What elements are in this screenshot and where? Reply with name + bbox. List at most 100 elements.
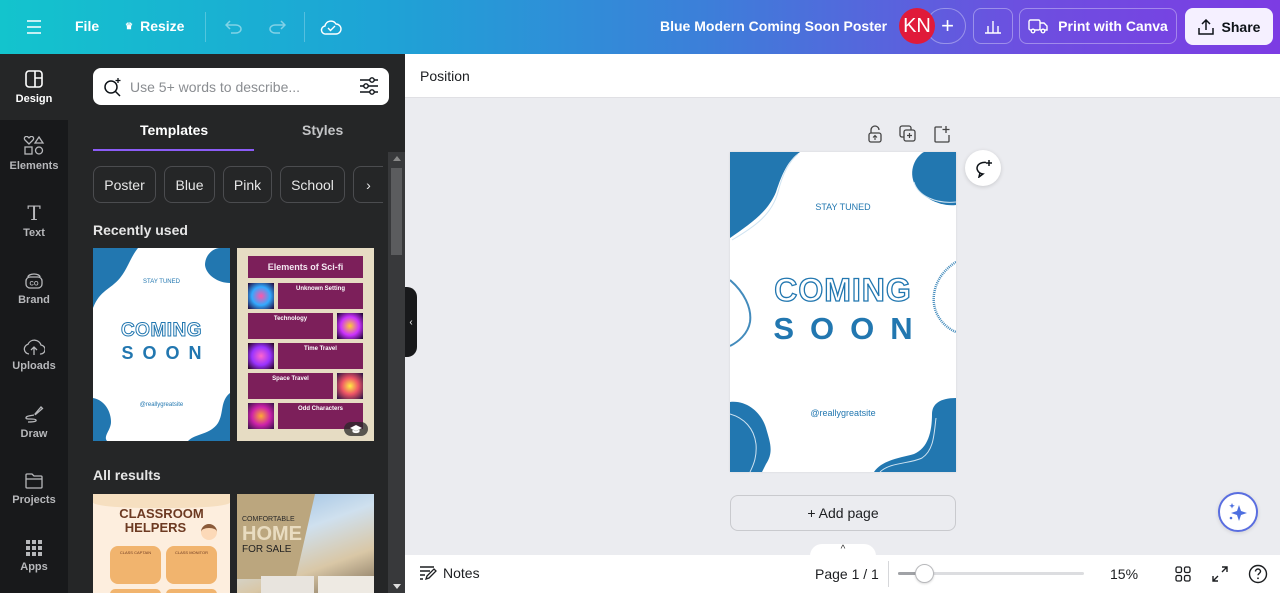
file-menu-button[interactable]: File (75, 18, 99, 34)
rail-item-draw[interactable]: Draw (0, 389, 68, 455)
website-handle-text[interactable]: @reallygreatsite (730, 408, 956, 418)
notes-pencil-icon (420, 566, 437, 581)
stay-tuned-text[interactable]: STAY TUNED (730, 202, 956, 212)
magic-assistant-button[interactable] (1218, 492, 1258, 532)
coming-heading[interactable]: COMING (730, 271, 956, 308)
scifi-section: Unknown Setting (278, 283, 363, 309)
side-rail: Design Elements T Text CO Brand Uploads … (0, 54, 68, 593)
text-icon: T (27, 201, 41, 225)
document-title[interactable]: Blue Modern Coming Soon Poster (660, 18, 887, 34)
scifi-image (248, 343, 274, 369)
divider (888, 561, 889, 587)
rail-item-brand[interactable]: CO Brand (0, 255, 68, 321)
page-tools (867, 125, 951, 143)
add-page-icon[interactable] (933, 125, 951, 143)
soon-heading[interactable]: SOON (730, 312, 956, 346)
chevron-left-icon: ‹ (409, 316, 413, 328)
rail-label: Apps (20, 561, 48, 573)
helper-box: CLASS CAPTAIN (110, 546, 161, 584)
all-results-heading: All results (93, 467, 161, 483)
duplicate-page-icon[interactable] (899, 125, 917, 143)
print-label: Print with Canva (1058, 18, 1168, 34)
template-thumbnail[interactable]: STAY TUNED COMING SOON @reallygreatsite (93, 248, 230, 441)
thumb-handle: @reallygreatsite (139, 402, 184, 408)
thumb-soon: SOON (121, 343, 211, 363)
rail-item-elements[interactable]: Elements (0, 121, 68, 187)
resize-button[interactable]: ♛ Resize (125, 18, 184, 34)
tab-templates[interactable]: Templates (140, 122, 208, 138)
zoom-percentage[interactable]: 15% (1110, 566, 1138, 582)
template-thumbnail[interactable]: CLASSROOM HELPERS CLASS CAPTAIN CLASS MO… (93, 494, 230, 593)
brand-icon: CO (25, 273, 43, 289)
scifi-image (248, 283, 274, 309)
share-button[interactable]: Share (1185, 8, 1273, 45)
design-icon (25, 70, 43, 88)
design-page[interactable]: STAY TUNED COMING SOON @reallygreatsite (730, 152, 956, 472)
filter-chip[interactable]: Pink (223, 166, 272, 203)
scifi-image (337, 373, 363, 399)
position-button[interactable]: Position (420, 68, 470, 84)
lock-open-icon[interactable] (867, 125, 883, 143)
page-indicator[interactable]: Page 1 / 1 (815, 566, 879, 582)
chips-next-button[interactable]: › (353, 166, 383, 203)
helper-box: CLASS MONITOR (166, 546, 217, 584)
help-icon[interactable] (1248, 564, 1268, 584)
search-input[interactable] (130, 78, 350, 95)
rail-item-projects[interactable]: Projects (0, 456, 68, 522)
truck-icon (1028, 19, 1048, 34)
rail-item-apps[interactable]: Apps (0, 523, 68, 589)
rail-item-design[interactable]: Design (0, 54, 68, 120)
rail-label: Projects (12, 494, 56, 506)
sparkle-icon (1229, 503, 1247, 521)
magic-search-icon (104, 78, 121, 97)
template-thumbnail[interactable]: COMFORTABLE HOME FOR SALE (237, 494, 374, 593)
menu-button[interactable] (22, 15, 46, 39)
top-bar: File ♛ Resize Blue Modern Coming Soon Po… (0, 0, 1280, 54)
hamburger-icon (27, 20, 41, 34)
kid-illustration (201, 524, 217, 540)
add-page-button[interactable]: + Add page (730, 495, 956, 531)
insights-button[interactable] (973, 8, 1013, 44)
fullscreen-icon[interactable] (1212, 566, 1228, 582)
print-with-canva-button[interactable]: Print with Canva (1019, 8, 1177, 44)
redo-icon (269, 20, 286, 34)
share-upload-icon (1197, 18, 1214, 35)
redo-button[interactable] (265, 15, 289, 39)
active-tab-indicator (93, 149, 254, 151)
notes-button[interactable]: Notes (419, 565, 480, 581)
tab-styles[interactable]: Styles (302, 122, 343, 138)
panel-scrollbar[interactable] (388, 152, 405, 593)
collapse-panel-button[interactable]: ‹ (405, 287, 417, 357)
rail-label: Design (15, 93, 53, 105)
save-status-button[interactable] (318, 14, 344, 40)
svg-text:CO: CO (30, 282, 39, 288)
rail-item-uploads[interactable]: Uploads (0, 322, 68, 388)
undo-button[interactable] (222, 15, 246, 39)
zoom-slider-handle[interactable] (915, 564, 935, 583)
helper-box (110, 589, 161, 593)
template-thumbnail[interactable]: Elements of Sci-fi Unknown Setting Techn… (237, 248, 374, 441)
scroll-thumb[interactable] (391, 168, 402, 255)
scifi-image (248, 403, 274, 429)
avatar[interactable]: KN (899, 8, 935, 44)
scifi-image (337, 313, 363, 339)
rail-item-text[interactable]: T Text (0, 188, 68, 254)
scroll-down-arrow[interactable] (393, 584, 401, 589)
context-toolbar: Position (405, 54, 1280, 98)
filter-chip[interactable]: School (280, 166, 345, 203)
upload-cloud-icon (23, 339, 45, 355)
zoom-slider[interactable] (898, 564, 1084, 583)
filter-chip[interactable]: Poster (93, 166, 156, 203)
rail-label: Elements (9, 160, 59, 172)
grid-view-icon[interactable] (1175, 566, 1191, 582)
template-search[interactable] (93, 68, 389, 105)
filter-sliders-icon[interactable] (359, 77, 379, 95)
classroom-title-1: CLASSROOM (119, 506, 204, 521)
apps-grid-icon (26, 540, 42, 556)
home-line2: HOME (242, 523, 302, 545)
scroll-up-arrow[interactable] (393, 156, 401, 161)
thumb-coming: COMING (120, 320, 203, 342)
add-comment-button[interactable] (965, 150, 1001, 186)
filter-chip[interactable]: Blue (164, 166, 215, 203)
rail-label: Brand (18, 294, 50, 306)
